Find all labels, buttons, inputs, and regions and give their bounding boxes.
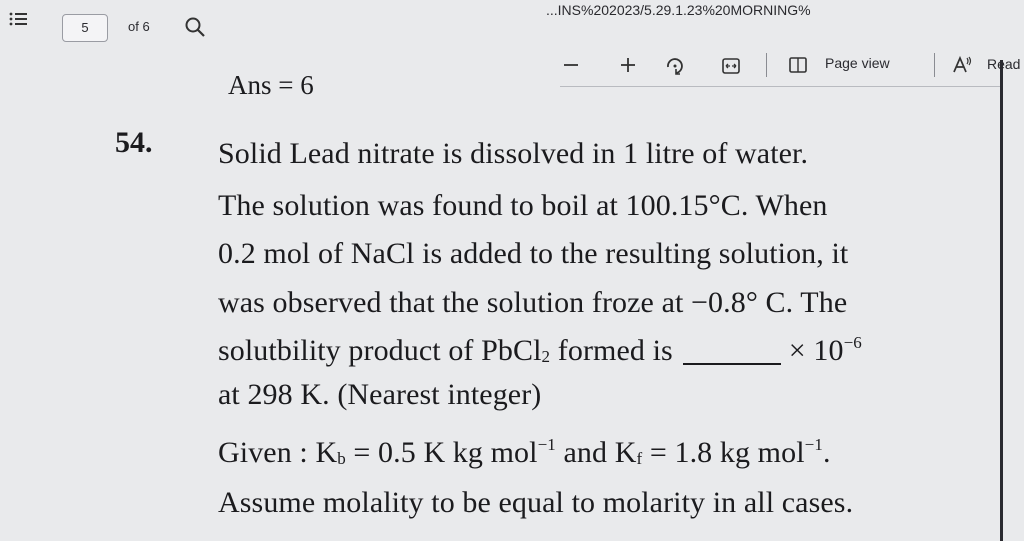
line5-text-a: solutbility product of PbCl (218, 334, 542, 367)
given-text-d: = 1.8 kg mol (642, 436, 805, 469)
subscript-f: f (636, 449, 643, 468)
line5-text-c: × 10 (788, 334, 844, 367)
page-edge (1000, 60, 1003, 541)
subscript-b: b (337, 449, 346, 468)
answer-line: Ans = 6 (228, 70, 314, 100)
given-line: Given : Kb = 0.5 K kg mol−1 and Kf = 1.8… (218, 435, 831, 470)
question-line-3: 0.2 mol of NaCl is added to the resultin… (218, 237, 849, 270)
given-text-a: Given : K (218, 436, 338, 469)
given-text-e: . (822, 436, 831, 469)
question-number: 54. (115, 126, 153, 159)
exponent: −1 (537, 435, 556, 454)
question-line-2: The solution was found to boil at 100.15… (218, 189, 828, 222)
given-text-c: and K (555, 436, 637, 469)
exponent: −1 (804, 435, 823, 454)
question-line-5: solutbility product of PbCl2 formed is × … (218, 333, 862, 368)
question-line-6: at 298 K. (Nearest integer) (218, 378, 542, 411)
line5-text-b: formed is (550, 334, 673, 367)
answer-blank (682, 362, 781, 365)
exponent: −6 (843, 333, 862, 352)
subscript-2: 2 (541, 347, 551, 366)
question-line-4: was observed that the solution froze at … (218, 286, 848, 319)
given-text-b: = 0.5 K kg mol (345, 436, 538, 469)
assumption-line: Assume molality to be equal to molarity … (218, 486, 854, 519)
document-page: Ans = 6 54. Solid Lead nitrate is dissol… (0, 0, 1024, 541)
question-line-1: Solid Lead nitrate is dissolved in 1 lit… (218, 137, 809, 170)
